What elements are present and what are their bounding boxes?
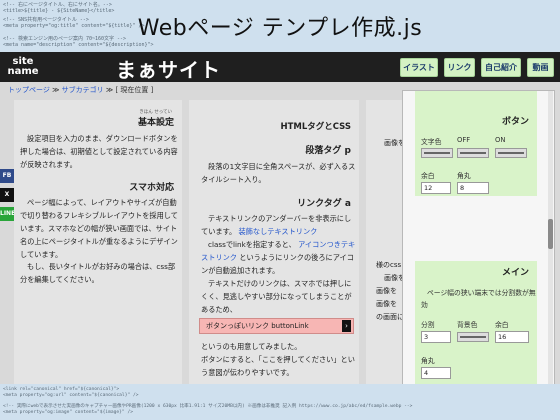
breadcrumb-current: [ 現在位置 ]	[115, 86, 154, 94]
text: の画面に	[376, 313, 404, 321]
share-x-button[interactable]: X	[0, 188, 14, 202]
margin2-input[interactable]: 16	[495, 331, 529, 343]
panel-scrollbar-thumb[interactable]	[548, 219, 553, 249]
on-label: ON	[495, 136, 506, 144]
code-line: <meta name="description" content="${desc…	[3, 42, 154, 48]
split-label: 分割	[421, 321, 435, 329]
site-logo[interactable]: site name	[4, 55, 42, 79]
margin-input[interactable]: 12	[421, 182, 451, 194]
paragraph: 段落の1文字目に全角スペースが、必ず入るスタイルシート入り。	[201, 162, 356, 184]
paragraph: テキストリンクのアンダーバーを非表示にしています。 装飾なしテキストリンク	[201, 212, 356, 238]
paragraph: ボタンにすると、「ここを押してください」という意図が伝わりやすいです。	[201, 355, 355, 377]
radius-input[interactable]: 8	[457, 182, 489, 194]
on-color-picker[interactable]	[495, 148, 527, 158]
heading-html-css: HTMLタグとCSS	[280, 122, 351, 132]
paragraph: ページ幅によって、レイアウトやサイズが自動で切り替わるフレキシブルレイアウトを採…	[20, 198, 178, 259]
section-heading-main: メイン	[501, 268, 529, 278]
share-line-button[interactable]: LINE	[0, 207, 15, 221]
off-label: OFF	[457, 136, 471, 144]
webpage-preview: site name まぁサイト イラスト リンク 自己紹介 動画 トップページ …	[0, 52, 560, 384]
paragraph: classでlinkを指定すると、 アイコンつきテキストリンク というようにリン…	[201, 238, 356, 277]
paragraph: もし、長いタイトルがお好みの場合は、css部分を編集してください。	[20, 262, 176, 284]
site-title[interactable]: まぁサイト	[116, 54, 221, 83]
button-link[interactable]: ボタンっぽいリンク buttonLink ›	[199, 318, 354, 334]
button-link-label: ボタンっぽいリンク buttonLink	[206, 322, 309, 330]
heading-link-tag: リンクタグ a	[297, 199, 351, 209]
plain-text-link[interactable]: 装飾なしテキストリンク	[239, 227, 318, 236]
code-line: <meta property="og:image" content="${ima…	[3, 410, 133, 415]
radius2-label: 角丸	[421, 357, 435, 365]
nav-video-button[interactable]: 動画	[527, 58, 554, 77]
breadcrumb-separator: ≫	[52, 86, 60, 94]
paragraph: テキストだけのリンクは、スマホでは押しにくく、見逃しやすい部分になってしまうこと…	[201, 279, 352, 314]
share-facebook-button[interactable]: FB	[0, 169, 14, 183]
text-color-label: 文字色	[421, 138, 442, 146]
slide-title: Webページ テンプレ作成.js	[137, 16, 423, 41]
heading-paragraph-tag: 段落タグ p	[305, 146, 351, 156]
settings-panel[interactable]: ボタン 文字色 OFF ON 余白 角丸 12 8 メイン ページ幅の狭い端末で…	[402, 90, 555, 384]
radius-label: 角丸	[457, 172, 471, 180]
margin2-label: 余白	[495, 321, 509, 329]
nav-illust-button[interactable]: イラスト	[400, 58, 438, 77]
text: 画像を	[376, 287, 397, 295]
radius2-input[interactable]: 4	[421, 367, 451, 379]
breadcrumb-top-link[interactable]: トップページ	[8, 86, 50, 94]
main-description: ページ幅の狭い端末では分割数が無効	[421, 289, 536, 309]
code-line: <meta property="og:url" content="${canon…	[3, 393, 139, 398]
chevron-right-icon: ›	[342, 320, 351, 332]
heading-basic-settings: 基本設定	[137, 118, 174, 128]
text-color-picker[interactable]	[421, 148, 453, 158]
breadcrumb-sub-link[interactable]: サブカテゴリ	[62, 86, 104, 94]
breadcrumb-separator: ≫	[105, 86, 114, 94]
bg-color-picker[interactable]	[457, 332, 489, 342]
main-settings-section: メイン ページ幅の狭い端末では分割数が無効 分割 背景色 余白 3 16 角丸 …	[415, 261, 537, 384]
site-header: site name まぁサイト イラスト リンク 自己紹介 動画	[0, 52, 560, 82]
off-color-picker[interactable]	[457, 148, 489, 158]
button-settings-section: ボタン 文字色 OFF ON 余白 角丸 12 8	[415, 91, 537, 196]
text: classでlinkを指定すると、	[208, 240, 296, 249]
breadcrumb: トップページ ≫ サブカテゴリ ≫ [ 現在位置 ]	[8, 85, 153, 95]
bg-color-label: 背景色	[457, 321, 478, 329]
split-input[interactable]: 3	[421, 331, 451, 343]
logo-line: name	[7, 66, 39, 77]
paragraph: というのも用意してみました。	[201, 342, 302, 351]
content-column-2: HTMLタグとCSS 段落タグ p 段落の1文字目に全角スペースが、必ず入るスタ…	[189, 100, 359, 384]
nav-link-button[interactable]: リンク	[444, 58, 475, 77]
heading-smartphone: スマホ対応	[129, 183, 174, 193]
section-heading-button: ボタン	[501, 117, 529, 127]
paragraph: 設定項目を入力のまま、ダウンロードボタンを押した場合は、初期値として設定されてい…	[20, 134, 178, 169]
content-column-1: きほん せってい 基本設定 設定項目を入力のまま、ダウンロードボタンを押した場合…	[14, 100, 182, 384]
text: 様のcss	[376, 261, 402, 269]
nav-profile-button[interactable]: 自己紹介	[481, 58, 521, 77]
margin-label: 余白	[421, 172, 435, 180]
text: 画像を	[376, 300, 397, 308]
